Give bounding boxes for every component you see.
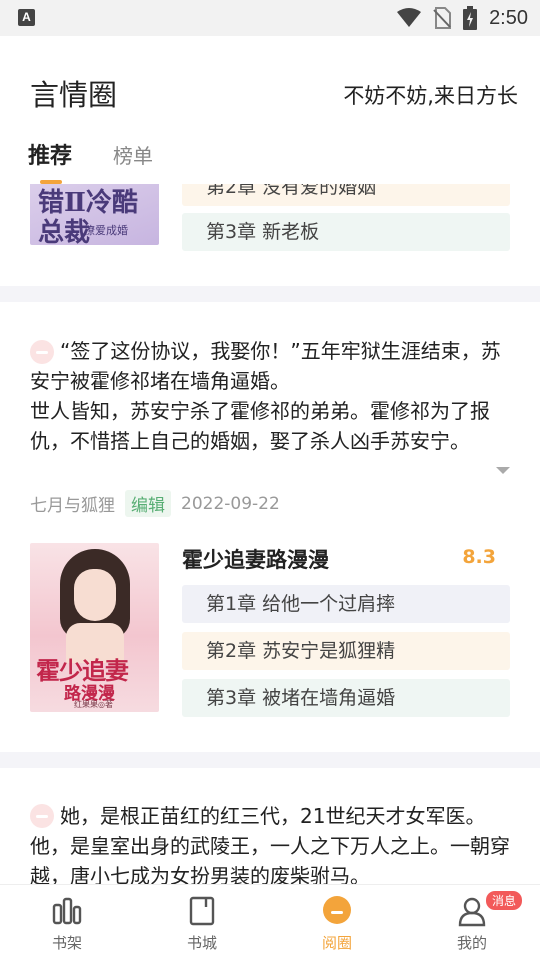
tab-ranking[interactable]: 榜单 [113, 140, 153, 169]
chapter-item[interactable]: 第2章 没有爱的婚姻 [182, 184, 510, 206]
book-icon [189, 896, 215, 926]
no-sim-icon [433, 7, 452, 29]
post-paragraph: 她，是根正苗红的红三代，21世纪天才女军医。他，是皇室出身的武陵王，一人之下万人… [30, 804, 510, 884]
post-paragraph: “签了这份协议，我娶你！”五年牢狱生涯结束，苏安宁被霍修祁堵在墙角逼婚。 [30, 339, 501, 393]
wifi-icon [397, 8, 422, 27]
header-slogan: 不妨不妨,来日方长 [343, 84, 518, 108]
nav-bookstore[interactable]: 书城 [152, 885, 252, 960]
nav-label: 书城 [186, 934, 217, 952]
post-content[interactable]: 她，是根正苗红的红三代，21世纪天才女军医。他，是皇室出身的武陵王，一人之下万人… [30, 801, 510, 884]
nav-bookshelf[interactable]: 书架 [17, 885, 117, 960]
message-badge[interactable]: 消息 [486, 891, 523, 910]
nav-label: 我的 [456, 934, 487, 952]
expand-arrow-icon[interactable] [496, 467, 510, 474]
clock: 2:50 [489, 6, 528, 29]
book-title[interactable]: 霍少追妻路漫漫 [182, 544, 329, 574]
bookshelf-icon [52, 897, 82, 925]
nav-label: 书架 [51, 934, 82, 952]
post-content[interactable]: “签了这份协议，我娶你！”五年牢狱生涯结束，苏安宁被霍修祁堵在墙角逼婚。 世人皆… [30, 336, 510, 456]
profile-icon [458, 897, 486, 927]
header: 言情圈 不妨不妨,来日方长 推荐 榜单 [0, 36, 540, 184]
status-icons: 2:50 [397, 0, 528, 36]
post-author[interactable]: 七月与狐狸 [30, 491, 115, 516]
nav-label: 阅圈 [321, 934, 352, 952]
book-cover[interactable]: 霍少追妻 路漫漫 红果果◎著 [30, 543, 159, 712]
chapter-item[interactable]: 第3章 新老板 [182, 213, 510, 251]
chapter-item[interactable]: 第3章 被堵在墙角逼婚 [182, 679, 510, 717]
post-paragraph: 世人皆知，苏安宁杀了霍修祁的弟弟。霍修祁为了报仇，不惜搭上自己的婚姻，娶了杀人凶… [30, 399, 490, 453]
chapter-item[interactable]: 第2章 苏安宁是狐狸精 [182, 632, 510, 670]
battery-charging-icon [463, 6, 478, 30]
bottom-nav: 书架 书城 阅圈 我的 消息 [0, 884, 540, 960]
post-date: 2022-09-22 [181, 493, 280, 514]
section-divider [0, 286, 540, 302]
status-bar: A 2:50 [0, 0, 540, 36]
cover-subtitle: 撩爱成婚 [84, 224, 128, 237]
book-score: 8.3 [462, 546, 496, 568]
circle-icon [323, 896, 351, 924]
cover-face [74, 569, 116, 621]
tab-recommend[interactable]: 推荐 [28, 138, 72, 170]
book-cover[interactable]: 错Ⅱ冷酷总裁 撩爱成婚 [30, 184, 159, 245]
section-divider [0, 752, 540, 768]
nav-circle[interactable]: 阅圈 [287, 885, 387, 960]
app-notification-icon: A [18, 9, 35, 26]
post-meta: 七月与狐狸 编辑 2022-09-22 [30, 490, 280, 517]
feed-list[interactable]: 错Ⅱ冷酷总裁 撩爱成婚 第2章 没有爱的婚姻 第3章 新老板 “签了这份协议，我… [0, 184, 540, 884]
editor-badge: 编辑 [125, 490, 171, 517]
page-title: 言情圈 [30, 78, 118, 112]
cover-author: 红果果◎著 [74, 700, 113, 709]
chapter-item[interactable]: 第1章 给他一个过肩摔 [182, 585, 510, 623]
